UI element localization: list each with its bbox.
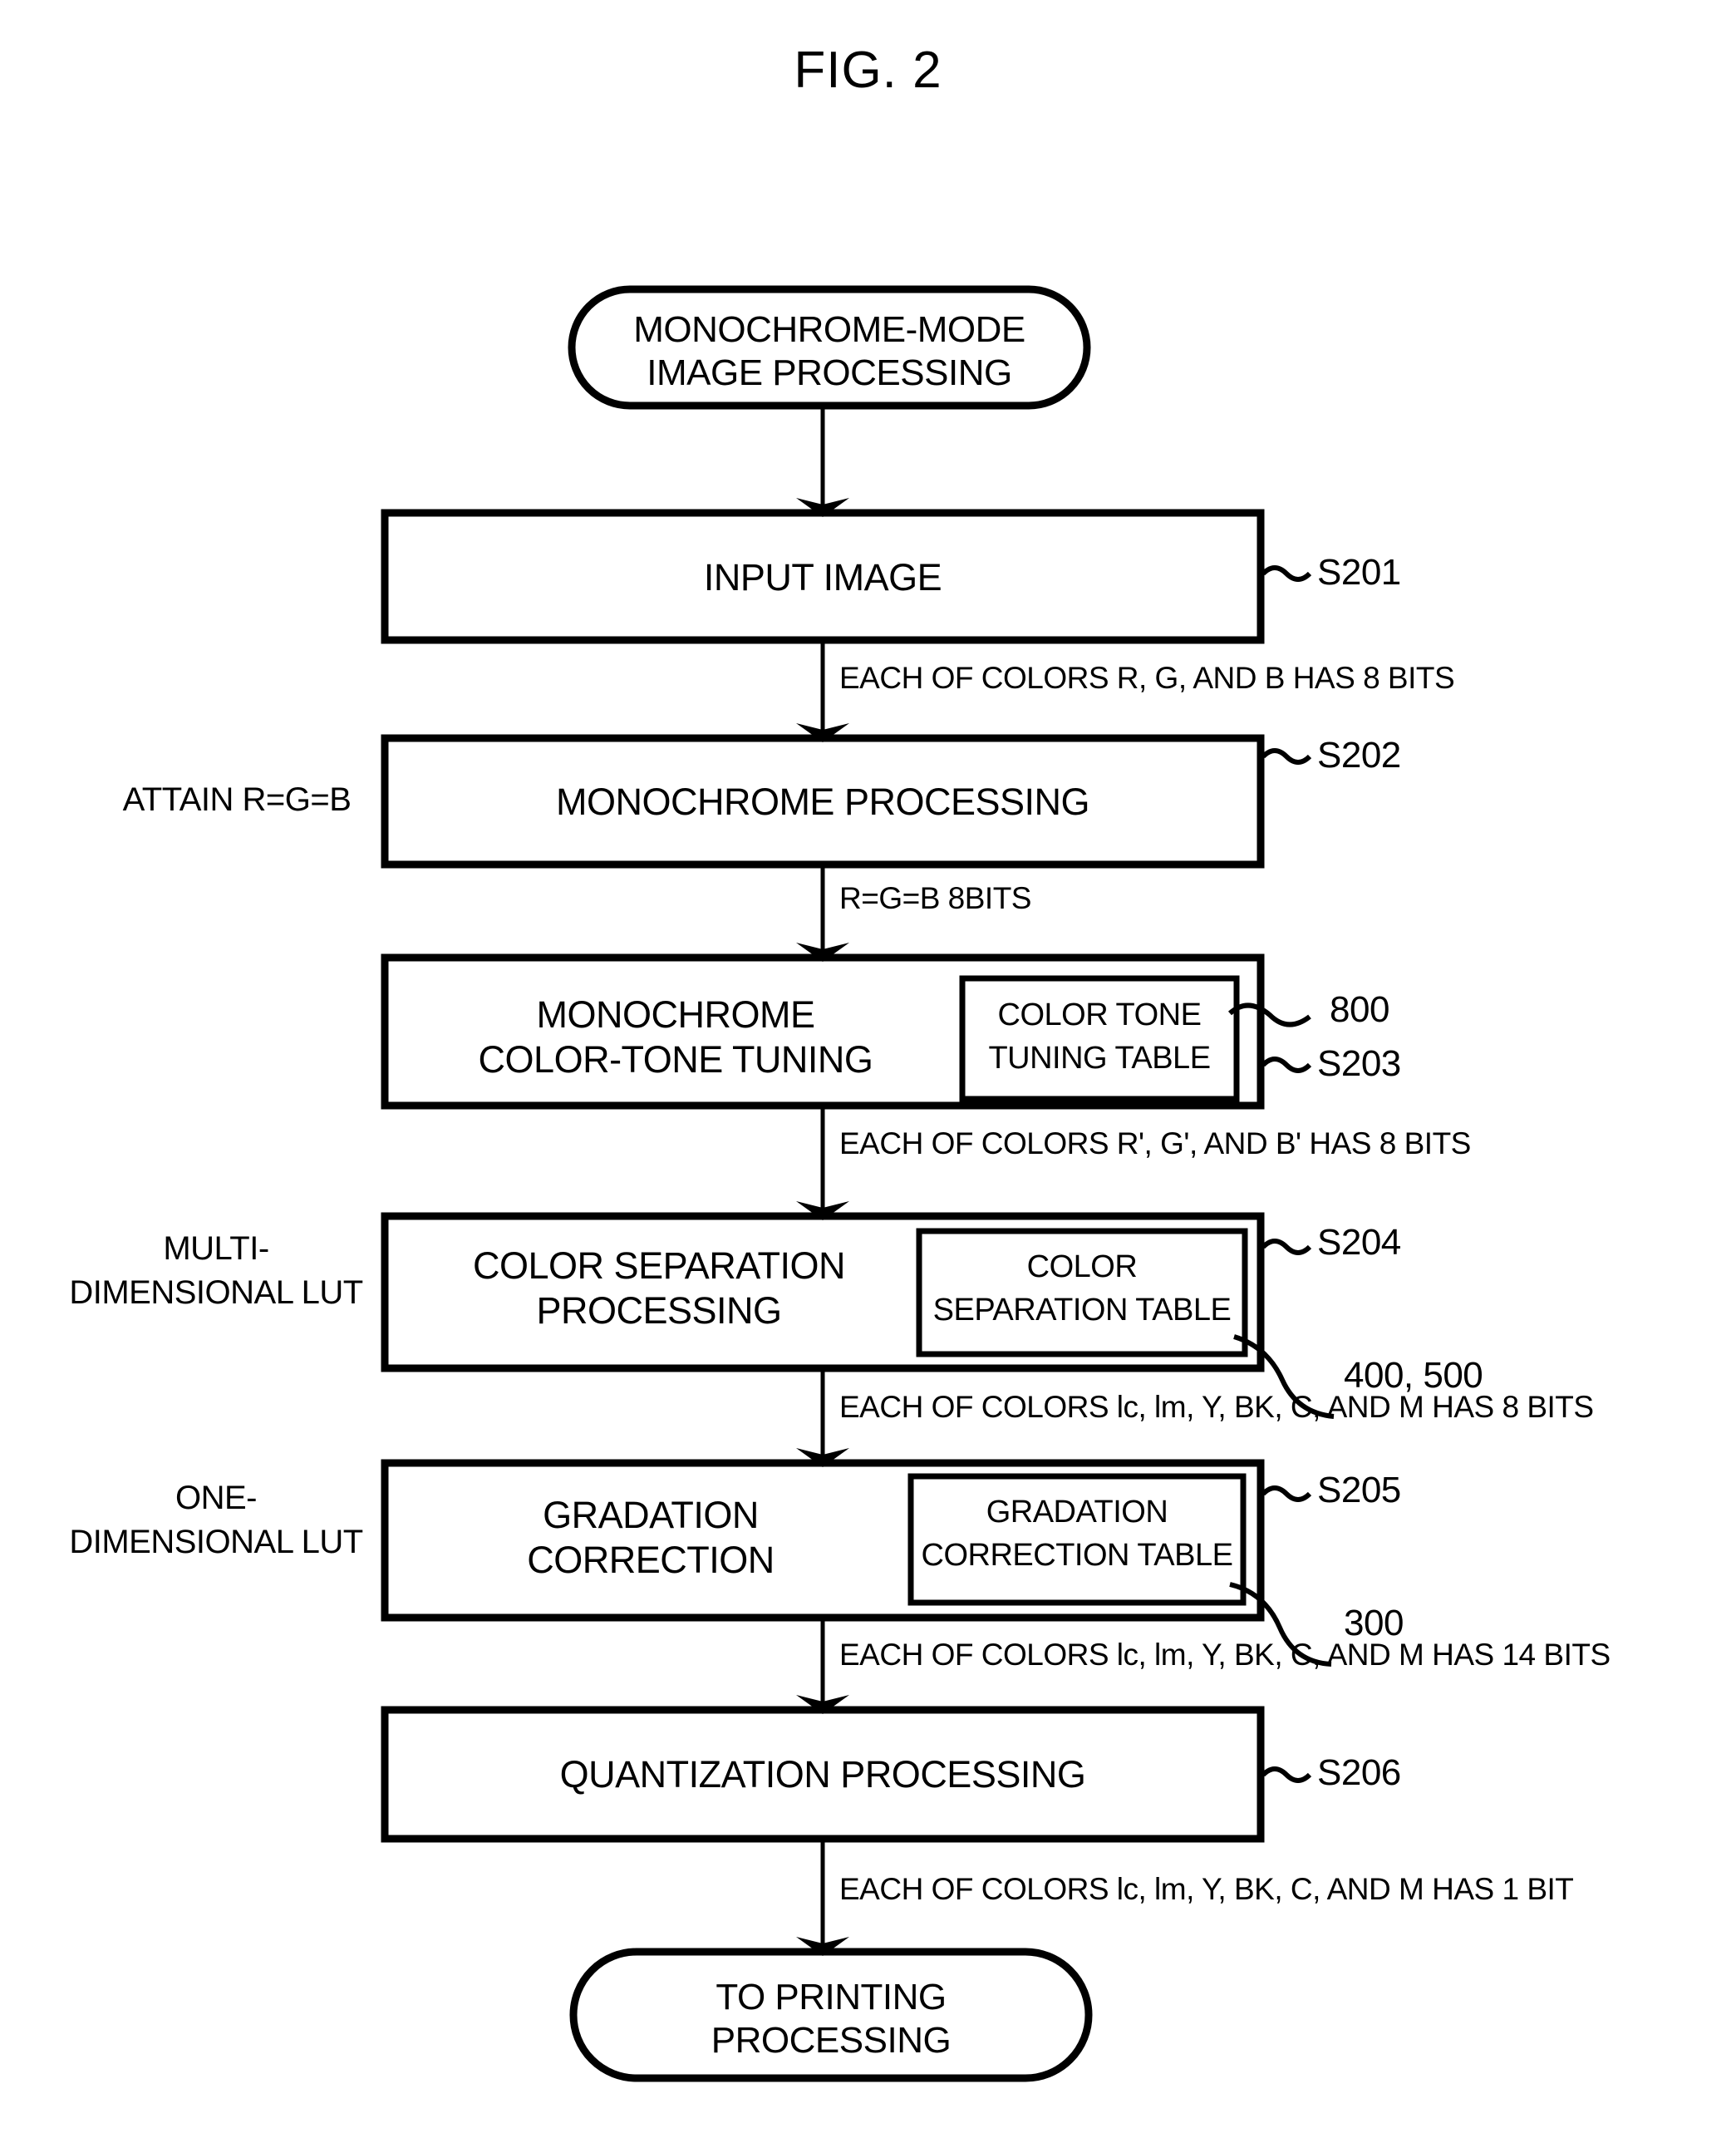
step-label-s206: QUANTIZATION PROCESSING [559,1753,1086,1796]
leader-s204 [1261,1239,1312,1255]
edge-label-e6: EACH OF COLORS lc, lm, Y, BK, C, AND M H… [839,1872,1574,1906]
table-label-color-tone-line2: TUNING TABLE [988,1041,1211,1076]
figure-page: FIG. 2 MONOCHROME-MODE IMAGE PROCESSING … [0,0,1736,2133]
edge-label-e2: R=G=B 8BITS [839,881,1032,915]
side-label-s204-line2: DIMENSIONAL LUT [69,1274,363,1311]
table-label-color-tone-line1: COLOR TONE [997,998,1202,1032]
table-label-gradation-line2: CORRECTION TABLE [921,1538,1233,1573]
step-label-s205-line2: CORRECTION [527,1539,775,1581]
leader-s203 [1261,1057,1312,1073]
edge-label-e4: EACH OF COLORS lc, lm, Y, BK, C, AND M H… [839,1390,1594,1424]
table-box-color-tone-tuning [959,975,1240,1102]
step-ref-s202: S202 [1317,735,1401,776]
step-label-s201: INPUT IMAGE [703,556,942,599]
side-label-s204-line1: MULTI- [163,1230,269,1267]
table-label-color-separation-line2: SEPARATION TABLE [932,1293,1232,1328]
table-ref-800: 800 [1330,989,1389,1030]
end-node-label-line1: TO PRINTING [716,1977,947,2017]
side-label-s205-line1: ONE- [175,1480,258,1516]
start-node-label-line2: IMAGE PROCESSING [647,352,1012,393]
step-ref-s203: S203 [1317,1043,1401,1084]
step-ref-s205: S205 [1317,1470,1401,1510]
figure-title: FIG. 2 [794,42,942,99]
leader-s206 [1261,1766,1312,1783]
leader-s202 [1261,748,1312,765]
leader-s201 [1261,565,1312,582]
step-label-s202: MONOCHROME PROCESSING [555,781,1090,823]
edge-label-e5: EACH OF COLORS lc, lm, Y, BK, C, AND M H… [839,1638,1611,1672]
step-label-s203-line1: MONOCHROME [536,993,815,1036]
edge-label-e1: EACH OF COLORS R, G, AND B HAS 8 BITS [839,661,1455,695]
side-label-s202: ATTAIN R=G=B [122,781,352,818]
step-label-s204-line2: PROCESSING [536,1289,782,1332]
end-node-label-line2: PROCESSING [711,2020,952,2061]
table-label-color-separation-line1: COLOR [1026,1249,1138,1284]
step-label-s205-line1: GRADATION [543,1494,759,1536]
step-ref-s204: S204 [1317,1222,1401,1263]
step-label-s204-line1: COLOR SEPARATION [473,1244,845,1287]
table-label-gradation-line1: GRADATION [986,1495,1168,1530]
leader-s205 [1261,1485,1312,1502]
step-ref-s206: S206 [1317,1752,1401,1793]
start-node-label-line1: MONOCHROME-MODE [633,309,1025,350]
edge-label-e3: EACH OF COLORS R', G', AND B' HAS 8 BITS [839,1126,1471,1160]
side-label-s205-line2: DIMENSIONAL LUT [69,1524,363,1560]
step-label-s203-line2: COLOR-TONE TUNING [478,1038,873,1081]
step-ref-s201: S201 [1317,552,1401,593]
